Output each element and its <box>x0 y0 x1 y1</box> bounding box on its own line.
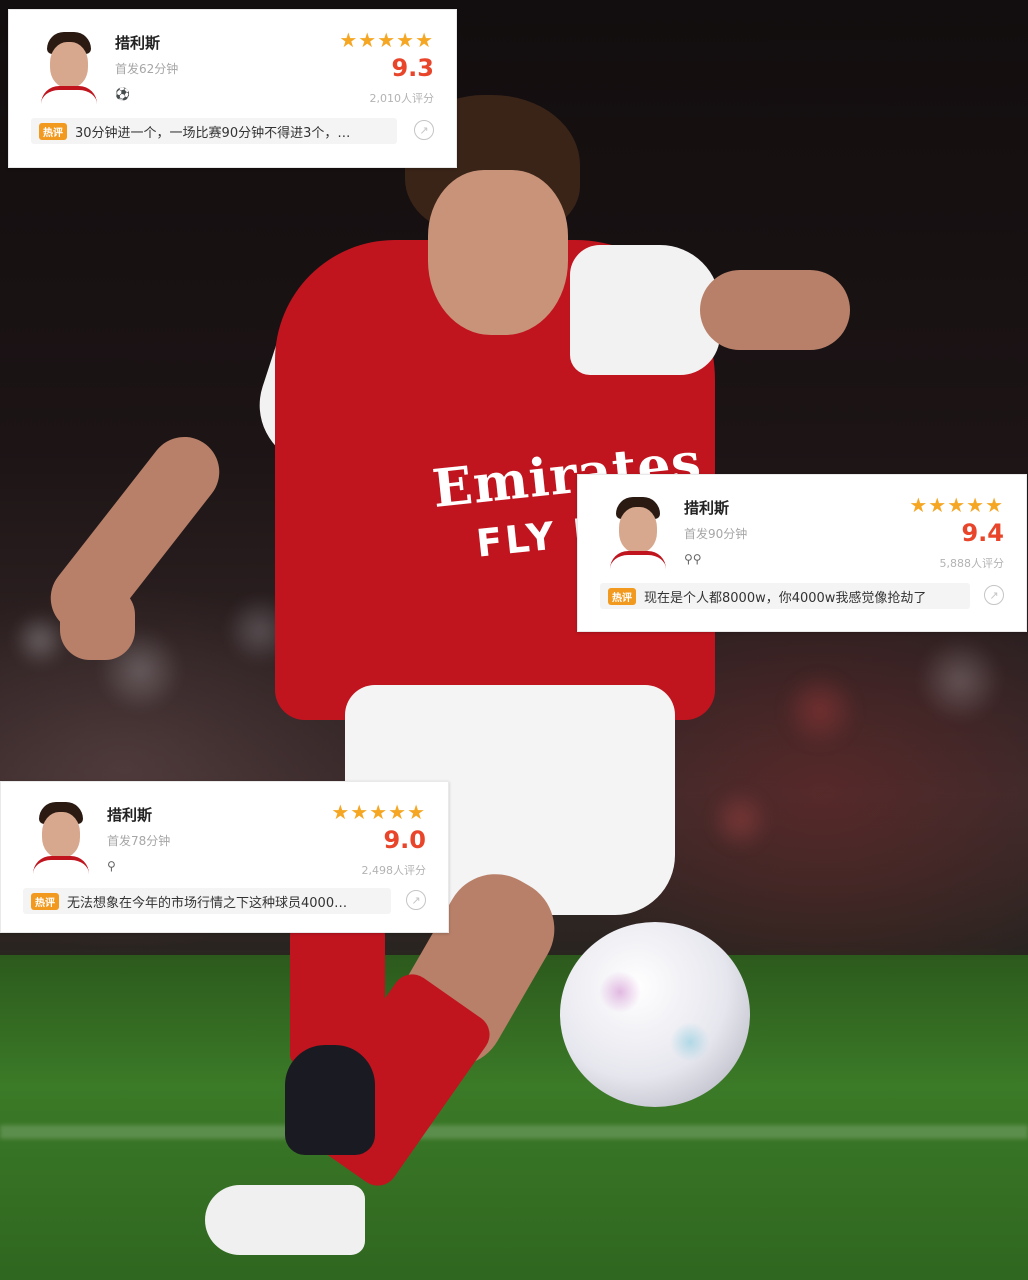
player-name: 措利斯 <box>684 499 730 517</box>
avatar <box>610 495 666 573</box>
avatar <box>33 800 89 878</box>
goal-icon: ⚽ <box>115 87 130 101</box>
star-rating: ★★★★★ <box>909 493 1004 517</box>
player-name: 措利斯 <box>107 806 153 824</box>
player-head <box>428 170 568 335</box>
rating-card-3[interactable]: 措利斯 首发78分钟 ⚲ ★★★★★ 9.0 2,498人评分 热评 无法想象在… <box>0 781 449 933</box>
hot-review[interactable]: 热评 30分钟进一个，一场比赛90分钟不得进3个，… <box>31 118 397 144</box>
hot-review-tag: 热评 <box>39 122 67 140</box>
vote-count: 2,010人评分 <box>369 92 435 105</box>
avatar <box>41 30 97 108</box>
rating-card-1[interactable]: 措利斯 首发62分钟 ⚽ ★★★★★ 9.3 2,010人评分 热评 30分钟进… <box>8 9 457 168</box>
vote-count: 5,888人评分 <box>939 557 1005 570</box>
share-icon[interactable]: ↗ <box>406 890 426 910</box>
player-left-boot <box>285 1045 375 1155</box>
background-photo: Emirates FLY BET <box>0 0 1028 1280</box>
review-text: 30分钟进一个，一场比赛90分钟不得进3个，… <box>75 125 351 141</box>
star-rating: ★★★★★ <box>339 28 434 52</box>
player-right-boot <box>205 1185 365 1255</box>
player-left-fist <box>60 585 135 660</box>
rating-score: 9.0 <box>383 826 426 854</box>
rating-score: 9.4 <box>961 519 1004 547</box>
player-name: 措利斯 <box>115 34 161 52</box>
hot-review[interactable]: 热评 现在是个人都8000w，你4000w我感觉像抢劫了 <box>600 583 970 609</box>
share-icon[interactable]: ↗ <box>414 120 434 140</box>
rating-score: 9.3 <box>391 54 434 82</box>
share-icon[interactable]: ↗ <box>984 585 1004 605</box>
football <box>560 922 750 1107</box>
rating-card-2[interactable]: 措利斯 首发90分钟 ⚲⚲ ★★★★★ 9.4 5,888人评分 热评 现在是个… <box>577 474 1027 632</box>
player-right-arm <box>700 270 850 350</box>
assist-icon: ⚲⚲ <box>684 552 702 566</box>
minutes-played: 首发62分钟 <box>115 62 179 76</box>
assist-icon: ⚲ <box>107 859 116 873</box>
hot-review-tag: 热评 <box>31 892 59 910</box>
hot-review-tag: 热评 <box>608 587 636 605</box>
review-text: 无法想象在今年的市场行情之下这种球员4000… <box>67 895 348 911</box>
minutes-played: 首发78分钟 <box>107 834 171 848</box>
vote-count: 2,498人评分 <box>361 864 427 877</box>
player-right-sleeve <box>570 245 720 375</box>
hot-review[interactable]: 热评 无法想象在今年的市场行情之下这种球员4000… <box>23 888 391 914</box>
review-text: 现在是个人都8000w，你4000w我感觉像抢劫了 <box>644 590 927 606</box>
minutes-played: 首发90分钟 <box>684 527 748 541</box>
star-rating: ★★★★★ <box>331 800 426 824</box>
